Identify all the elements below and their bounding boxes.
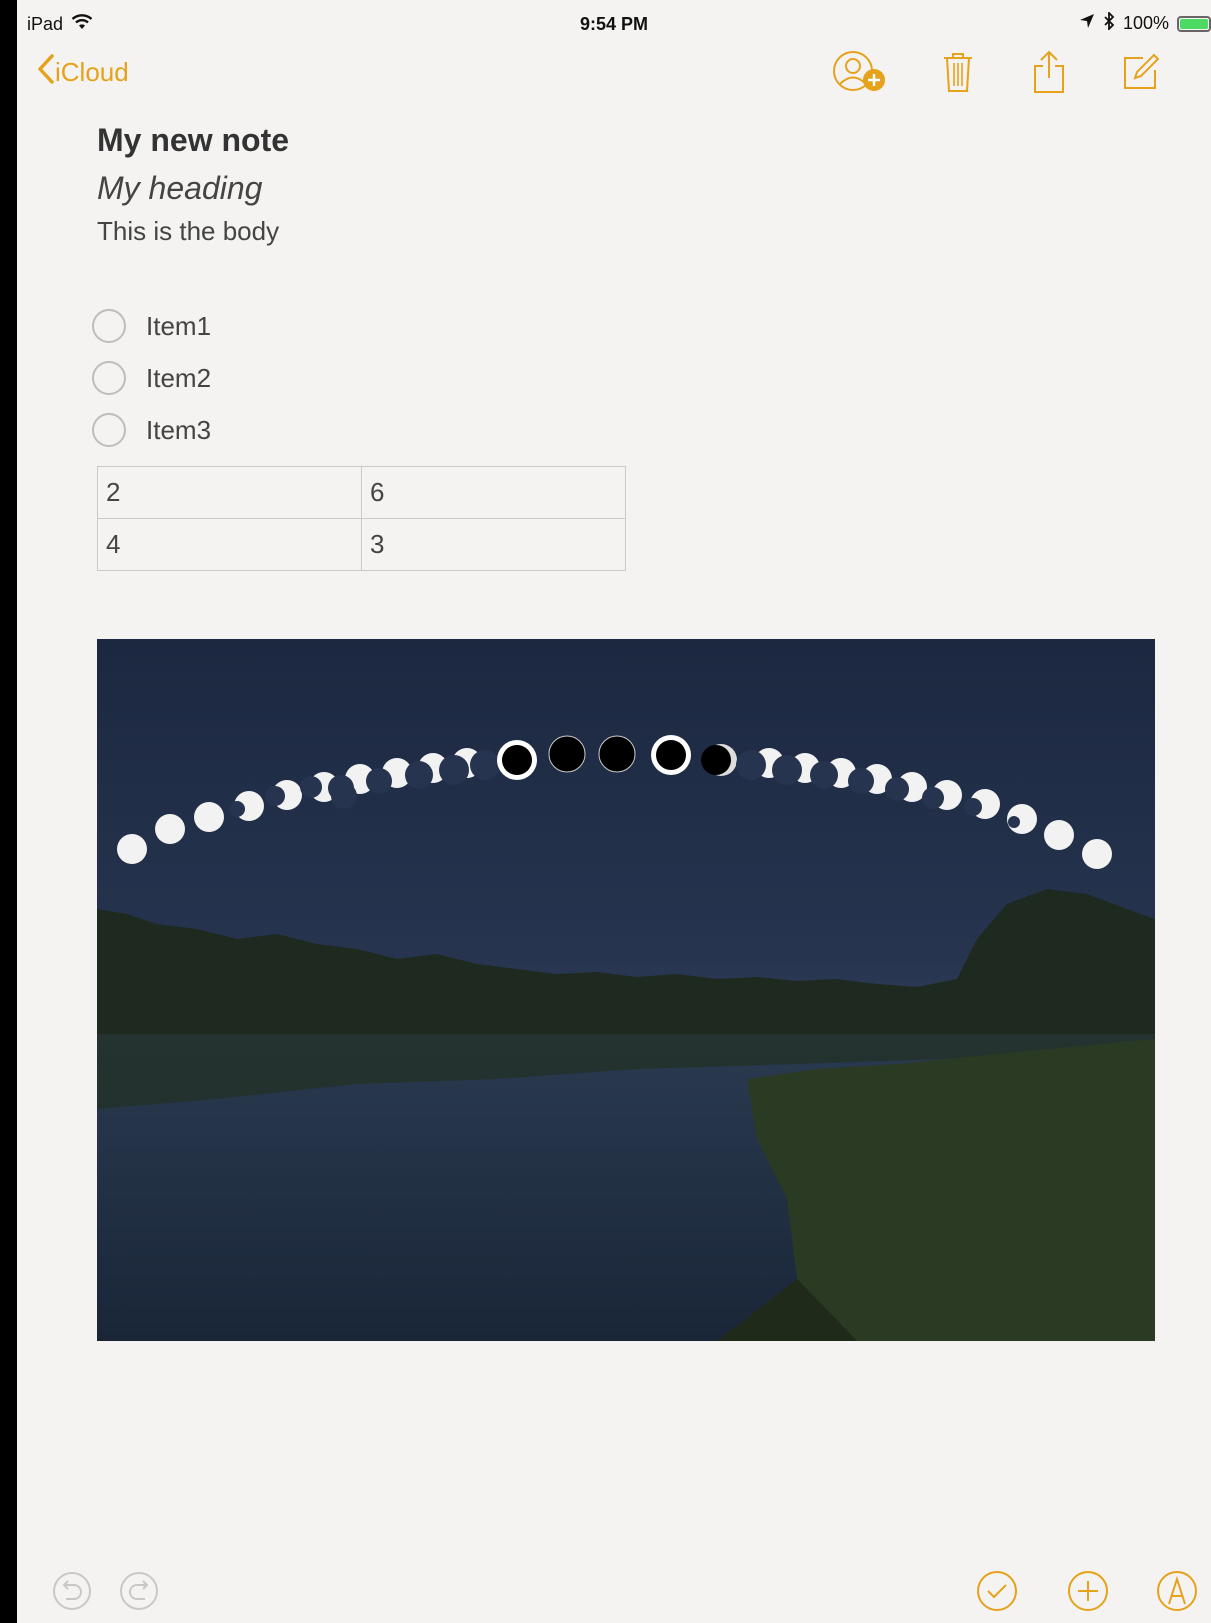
battery-icon [1177,15,1211,32]
location-arrow-icon [1079,13,1095,34]
redo-icon [119,1571,159,1616]
markup-button[interactable] [1156,1570,1198,1617]
table-cell[interactable]: 2 [97,466,362,519]
checklist-item-label[interactable]: Item3 [146,415,211,446]
back-label: iCloud [55,57,129,87]
note-table: 2 6 4 3 [97,466,626,571]
trash-button[interactable] [930,50,986,98]
table-cell[interactable]: 4 [97,518,362,571]
checklist-item: Item2 [92,352,211,404]
checklist-button[interactable] [976,1570,1018,1617]
checklist: Item1 Item2 Item3 [92,300,211,456]
undo-button[interactable] [51,1571,93,1616]
table-cell[interactable]: 3 [361,518,626,571]
add-icon [1067,1570,1109,1617]
eclipse-photo[interactable] [97,639,1155,1341]
checkbox-circle[interactable] [92,361,126,395]
note-body[interactable]: This is the body [97,216,279,247]
share-icon [1031,50,1067,99]
status-time: 9:54 PM [579,14,649,34]
table-cell[interactable]: 6 [361,466,626,519]
trash-icon [941,51,975,98]
table-row: 4 3 [97,518,626,571]
status-right: 100% [1079,10,1211,35]
back-button[interactable]: iCloud [37,54,129,91]
checklist-item: Item3 [92,404,211,456]
add-person-icon [831,49,889,100]
nav-bar: iCloud [17,46,1211,102]
undo-icon [52,1571,92,1616]
add-person-button[interactable] [832,50,888,98]
redo-button[interactable] [118,1571,160,1616]
markup-icon [1156,1570,1198,1617]
status-bar: iPad 9:54 PM 100% [17,0,1211,44]
checklist-icon [976,1570,1018,1617]
battery-percent: 100% [1122,13,1169,33]
compose-icon [1121,52,1161,97]
checkbox-circle[interactable] [92,413,126,447]
note-heading[interactable]: My heading [97,170,262,207]
compose-button[interactable] [1113,50,1169,98]
note-title[interactable]: My new note [97,122,289,159]
bluetooth-icon [1103,10,1115,35]
checklist-item-label[interactable]: Item1 [146,311,211,342]
checklist-item-label[interactable]: Item2 [146,363,211,394]
checkbox-circle[interactable] [92,309,126,343]
device-screen: iPad 9:54 PM 100% iCloud My new note My … [17,0,1211,1623]
checklist-item: Item1 [92,300,211,352]
share-button[interactable] [1021,50,1077,98]
add-button[interactable] [1067,1570,1109,1617]
chevron-left-icon [37,54,55,91]
table-row: 2 6 [97,466,626,519]
